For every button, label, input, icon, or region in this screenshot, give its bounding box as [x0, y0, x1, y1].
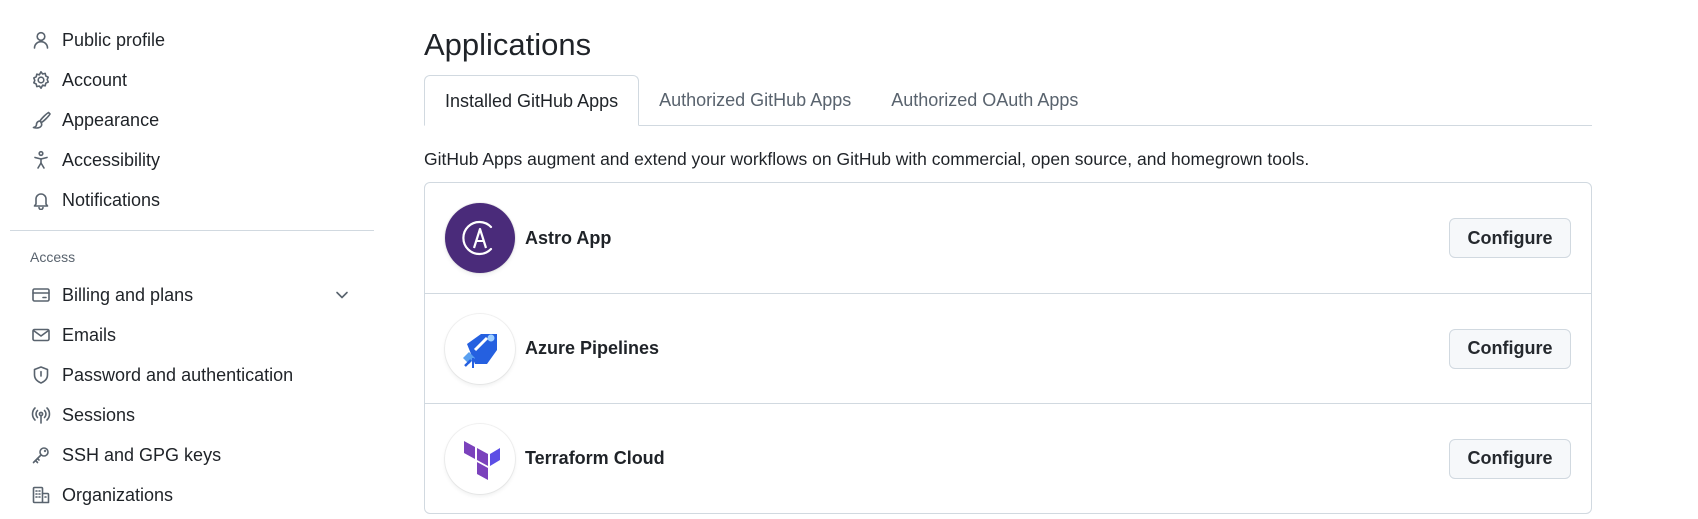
sidebar-item-label: Accessibility — [62, 149, 161, 170]
sidebar-section-heading: Access — [30, 249, 76, 265]
sidebar-divider — [10, 230, 374, 231]
paintbrush-icon — [30, 109, 52, 131]
sidebar-item-label: Notifications — [62, 189, 161, 210]
page-description: GitHub Apps augment and extend your work… — [424, 149, 1310, 169]
sidebar-item-label: Password and authentication — [62, 364, 294, 385]
app-name[interactable]: Astro App — [525, 228, 1449, 249]
sidebar-item-billing-and-plans[interactable]: Billing and plans — [10, 275, 374, 315]
sidebar-item-ssh-and-gpg-keys[interactable]: SSH and GPG keys — [10, 435, 374, 475]
configure-button[interactable]: Configure — [1449, 328, 1571, 369]
chevron-down-icon[interactable] — [332, 285, 352, 310]
configure-button[interactable]: Configure — [1449, 218, 1571, 258]
accessibility-icon — [30, 149, 52, 171]
list-item: Astro App Configure — [425, 183, 1591, 293]
tab-installed-github-apps[interactable]: Installed GitHub Apps — [424, 75, 640, 126]
sidebar-item-label: Public profile — [62, 29, 166, 50]
list-item: Azure Pipelines Configure — [425, 293, 1591, 403]
sidebar-item-accessibility[interactable]: Accessibility — [10, 140, 374, 180]
sidebar-item-account[interactable]: Account — [10, 60, 374, 100]
mail-icon — [30, 324, 52, 346]
astro-logo — [445, 203, 515, 273]
tab-authorized-github-apps[interactable]: Authorized GitHub Apps — [639, 75, 871, 125]
azure-pipelines-logo — [445, 313, 515, 384]
sidebar-item-appearance[interactable]: Appearance — [10, 100, 374, 140]
app-name[interactable]: Terraform Cloud — [525, 448, 1449, 469]
tab-bar: Installed GitHub Apps Authorized GitHub … — [424, 75, 1592, 126]
sidebar-item-label: Emails — [62, 324, 117, 345]
sidebar-item-label: Organizations — [62, 484, 174, 505]
sidebar-item-label: SSH and GPG keys — [62, 444, 222, 465]
sidebar-item-label: Billing and plans — [62, 284, 194, 305]
settings-sidebar: Public profile Account Appearance Access… — [10, 20, 374, 515]
sidebar-item-emails[interactable]: Emails — [10, 315, 374, 355]
broadcast-icon — [30, 404, 52, 426]
applications-main: Applications Installed GitHub Apps Autho… — [424, 20, 1592, 514]
sidebar-item-notifications[interactable]: Notifications — [10, 180, 374, 220]
installed-apps-list: Astro App Configure Azure Pipelines Conf… — [424, 182, 1592, 514]
sidebar-item-sessions[interactable]: Sessions — [10, 395, 374, 435]
terraform-logo — [445, 423, 515, 494]
page-title: Applications — [424, 27, 592, 62]
configure-button[interactable]: Configure — [1449, 438, 1571, 479]
gear-icon — [30, 69, 52, 91]
list-item: Terraform Cloud Configure — [425, 403, 1591, 513]
key-icon — [30, 444, 52, 466]
sidebar-item-password-and-authentication[interactable]: Password and authentication — [10, 355, 374, 395]
person-icon — [30, 29, 52, 51]
sidebar-item-public-profile[interactable]: Public profile — [10, 20, 374, 60]
shield-icon — [30, 364, 52, 386]
sidebar-item-organizations[interactable]: Organizations — [10, 475, 374, 515]
sidebar-item-label: Appearance — [62, 109, 160, 130]
tab-authorized-oauth-apps[interactable]: Authorized OAuth Apps — [871, 75, 1098, 125]
sidebar-item-label: Sessions — [62, 404, 136, 425]
app-name[interactable]: Azure Pipelines — [525, 338, 1449, 359]
sidebar-item-label: Account — [62, 69, 128, 90]
organization-icon — [30, 484, 52, 506]
bell-icon — [30, 189, 52, 211]
credit-card-icon — [30, 284, 52, 306]
